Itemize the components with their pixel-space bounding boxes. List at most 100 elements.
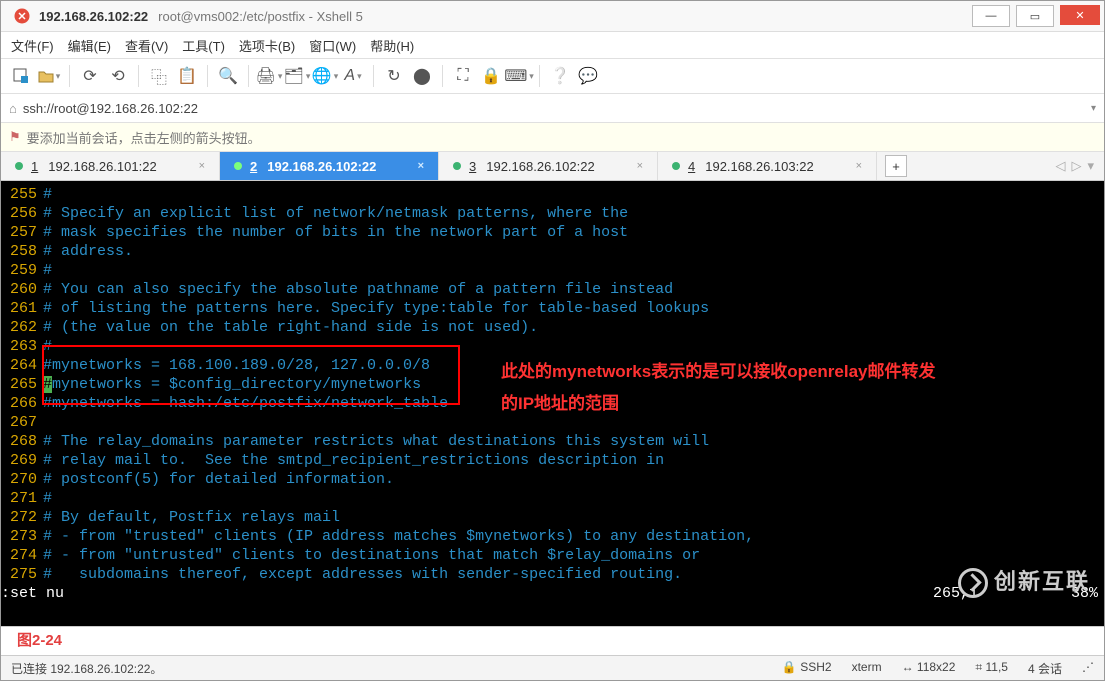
xshell-app-icon — [13, 7, 31, 25]
tab-label: 192.168.26.102:22 — [486, 159, 594, 174]
tab-close-icon[interactable]: × — [637, 160, 643, 172]
status-dot-icon — [453, 162, 461, 170]
minimize-button[interactable]: — — [972, 5, 1010, 27]
print-icon[interactable]: 🖨 — [257, 64, 281, 88]
maximize-button[interactable]: ▭ — [1016, 5, 1054, 27]
tab-close-icon[interactable]: × — [856, 160, 862, 172]
tab-label: 192.168.26.103:22 — [705, 159, 813, 174]
terminal-line: 256# Specify an explicit list of network… — [1, 204, 1104, 223]
line-text: # You can also specify the absolute path… — [43, 280, 673, 299]
tab-close-icon[interactable]: × — [418, 160, 424, 172]
status-dot-icon — [672, 162, 680, 170]
session-tabs: 1 192.168.26.101:22×2 192.168.26.102:22×… — [1, 152, 1104, 181]
menu-edit[interactable]: 编辑(E) — [68, 36, 111, 55]
new-session-icon[interactable] — [9, 64, 33, 88]
terminal-line: 272# By default, Postfix relays mail — [1, 508, 1104, 527]
terminal-line: 257# mask specifies the number of bits i… — [1, 223, 1104, 242]
tab-list-icon[interactable]: ▾ — [1087, 158, 1094, 174]
terminal-line: 263# — [1, 337, 1104, 356]
watermark-text: 创新互联 — [994, 574, 1090, 593]
toolbar-sep — [69, 65, 70, 87]
line-number: 273 — [1, 527, 43, 546]
line-number: 259 — [1, 261, 43, 280]
profile-icon[interactable]: 🗂 — [285, 64, 309, 88]
menu-file[interactable]: 文件(F) — [11, 36, 54, 55]
status-dot-icon — [15, 162, 23, 170]
line-text: # — [43, 489, 52, 508]
address-dropdown-icon[interactable]: ▾ — [1091, 103, 1096, 114]
menu-options[interactable]: 选项卡(B) — [239, 36, 295, 55]
tab-label: 192.168.26.102:22 — [267, 159, 376, 174]
line-text: # - from "untrusted" clients to destinat… — [43, 546, 700, 565]
terminal-line: 260# You can also specify the absolute p… — [1, 280, 1104, 299]
line-text: # The relay_domains parameter restricts … — [43, 432, 709, 451]
terminal-line: 255# — [1, 185, 1104, 204]
session-tab[interactable]: 2 192.168.26.102:22× — [220, 152, 439, 180]
titlebar-title: root@vms002:/etc/postfix - Xshell 5 — [158, 9, 363, 24]
terminal-line: 270# postconf(5) for detailed informatio… — [1, 470, 1104, 489]
toolbar-sep — [207, 65, 208, 87]
line-number: 269 — [1, 451, 43, 470]
line-text: # of listing the patterns here. Specify … — [43, 299, 709, 318]
menu-tools[interactable]: 工具(T) — [182, 36, 225, 55]
fullscreen-icon[interactable]: ⛶ — [451, 64, 475, 88]
session-tab[interactable]: 4 192.168.26.103:22× — [658, 152, 877, 180]
refresh-icon[interactable]: ↻ — [382, 64, 406, 88]
keyboard-icon[interactable]: ⌨ — [507, 64, 531, 88]
terminal[interactable]: 255#256# Specify an explicit list of net… — [1, 181, 1104, 626]
paste-icon[interactable]: 📋 — [175, 64, 199, 88]
lock-icon[interactable]: 🔒 — [479, 64, 503, 88]
line-number: 258 — [1, 242, 43, 261]
reconnect-icon[interactable]: ⟳ — [78, 64, 102, 88]
open-session-icon[interactable] — [37, 64, 61, 88]
copy-icon[interactable]: ⿻ — [147, 64, 171, 88]
help-icon[interactable]: ❔ — [548, 64, 572, 88]
terminal-line: 273# - from "trusted" clients (IP addres… — [1, 527, 1104, 546]
app-window: 192.168.26.102:22 root@vms002:/etc/postf… — [0, 0, 1105, 681]
tab-number: 1 — [31, 159, 38, 174]
tab-close-icon[interactable]: × — [199, 160, 205, 172]
close-button[interactable]: ✕ — [1060, 5, 1100, 25]
chat-icon[interactable]: 💬 — [576, 64, 600, 88]
hint-bar: ⚑ 要添加当前会话，点击左侧的箭头按钮。 — [1, 123, 1104, 152]
line-text: # mask specifies the number of bits in t… — [43, 223, 628, 242]
session-tab[interactable]: 1 192.168.26.101:22 × — [1, 152, 220, 180]
menu-window[interactable]: 窗口(W) — [309, 36, 356, 55]
figure-caption: 图2-24 — [1, 626, 1104, 655]
flag-icon: ⚑ — [9, 129, 21, 145]
tab-label: 192.168.26.101:22 — [48, 159, 156, 174]
font-icon[interactable]: A — [341, 64, 365, 88]
titlebar: 192.168.26.102:22 root@vms002:/etc/postf… — [1, 1, 1104, 32]
menu-view[interactable]: 查看(V) — [125, 36, 168, 55]
line-number: 262 — [1, 318, 43, 337]
address-bar[interactable]: ⌂ ssh://root@192.168.26.102:22 ▾ — [1, 94, 1104, 123]
search-icon[interactable]: 🔍 — [216, 64, 240, 88]
line-number: 264 — [1, 356, 43, 375]
status-connection: 已连接 192.168.26.102:22。 — [11, 660, 162, 677]
line-number: 268 — [1, 432, 43, 451]
tab-next-icon[interactable]: ▷ — [1071, 158, 1081, 174]
line-text: #mynetworks = 168.100.189.0/28, 127.0.0.… — [43, 356, 430, 375]
vim-command: :set nu — [1, 584, 858, 603]
terminal-line: 269# relay mail to. See the smtpd_recipi… — [1, 451, 1104, 470]
line-number: 265 — [1, 375, 43, 394]
watermark-logo-icon — [958, 568, 988, 598]
add-tab-button[interactable]: + — [885, 155, 907, 177]
line-number: 257 — [1, 223, 43, 242]
record-icon[interactable]: ⬤ — [410, 64, 434, 88]
titlebar-host: 192.168.26.102:22 — [39, 9, 148, 24]
globe-icon[interactable]: 🌐 — [313, 64, 337, 88]
tab-prev-icon[interactable]: ◁ — [1055, 158, 1065, 174]
disconnect-icon[interactable]: ⟲ — [106, 64, 130, 88]
line-text: # — [43, 261, 52, 280]
session-tab[interactable]: 3 192.168.26.102:22× — [439, 152, 658, 180]
line-text: # address. — [43, 242, 133, 261]
menu-help[interactable]: 帮助(H) — [370, 36, 414, 55]
terminal-line: 259# — [1, 261, 1104, 280]
menubar: 文件(F) 编辑(E) 查看(V) 工具(T) 选项卡(B) 窗口(W) 帮助(… — [1, 32, 1104, 59]
toolbar-sep — [442, 65, 443, 87]
line-text: #mynetworks = hash:/etc/postfix/network_… — [43, 394, 448, 413]
toolbar-sep — [248, 65, 249, 87]
address-url: ssh://root@192.168.26.102:22 — [23, 101, 198, 116]
line-text: # relay mail to. See the smtpd_recipient… — [43, 451, 664, 470]
